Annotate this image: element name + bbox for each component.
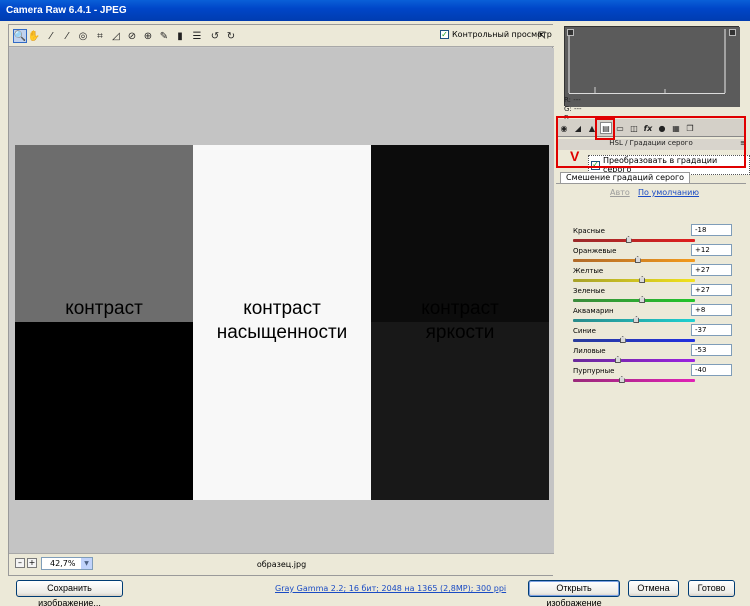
slider-label: Аквамарин <box>573 307 614 315</box>
label-saturation-line1: контраст <box>243 298 321 319</box>
slider-label: Красные <box>573 227 605 235</box>
toolbar: 🔍 ✋ ⁄ ⁄ ◎ ⌗ ◿ ⊘ ⊕ ✎ ▮ ☰ ↺ ↻ ✓ Контрольны… <box>9 25 554 47</box>
slider-track[interactable] <box>573 279 695 282</box>
rotate-right-icon: ↻ <box>226 30 236 42</box>
label-brightness-line2: яркости <box>425 322 495 343</box>
slider-thumb[interactable] <box>614 356 621 363</box>
graduated-filter-tool[interactable]: ▮ <box>173 29 187 43</box>
crop-tool[interactable]: ⌗ <box>93 29 107 43</box>
slider-thumb[interactable] <box>618 376 625 383</box>
annotation-red-box <box>556 116 746 168</box>
r-readout: R: --- <box>564 96 581 104</box>
swatch-bottom-left <box>15 322 193 500</box>
eyedropper-icon: ⁄ <box>50 30 52 42</box>
default-link[interactable]: По умолчанию <box>638 188 699 197</box>
straighten-icon: ◿ <box>112 30 120 42</box>
fullscreen-button[interactable]: ⇱ <box>535 29 549 43</box>
slider-label: Желтые <box>573 267 604 275</box>
white-balance-tool[interactable]: ⁄ <box>44 29 58 43</box>
swatch-bottom-right <box>371 322 549 500</box>
image-canvas[interactable]: контраст контраст насыщенности контраст … <box>9 48 554 573</box>
subtab-divider <box>556 183 746 184</box>
hand-icon: ✋ <box>27 30 41 42</box>
spot-removal-icon: ⊘ <box>127 30 137 42</box>
save-image-button[interactable]: Сохранить изображение... <box>16 580 123 606</box>
slider-label: Оранжевые <box>573 247 617 255</box>
slider-value-input[interactable]: +12 <box>691 244 732 256</box>
list-icon: ☰ <box>192 30 202 42</box>
bottom-bar: Сохранить изображение... Gray Gamma 2.2;… <box>0 576 750 606</box>
label-brightness-contrast: контраст яркости <box>371 297 549 345</box>
histogram <box>564 26 740 107</box>
fullscreen-icon: ⇱ <box>537 30 547 42</box>
swatch-top-right <box>371 145 549 322</box>
slider-thumb[interactable] <box>619 336 626 343</box>
slider-value-input[interactable]: +27 <box>691 284 732 296</box>
slider-label: Синие <box>573 327 596 335</box>
histogram-graph <box>565 27 740 107</box>
checkmark-icon: ✓ <box>440 29 449 39</box>
brush-icon: ✎ <box>159 30 169 42</box>
magnifier-icon: 🔍 <box>13 30 27 42</box>
slider-label: Лиловые <box>573 347 606 355</box>
preview-image: контраст контраст насыщенности контраст … <box>15 145 549 500</box>
slider-track[interactable] <box>573 359 695 362</box>
graduated-filter-icon: ▮ <box>177 30 183 42</box>
rotate-ccw-tool[interactable]: ↺ <box>208 29 222 43</box>
color-sampler-tool[interactable]: ⁄ <box>60 29 74 43</box>
slider-thumb[interactable] <box>625 236 632 243</box>
window-title: Camera Raw 6.4.1 - JPEG <box>0 0 750 21</box>
targeted-adjustment-tool[interactable]: ◎ <box>76 29 90 43</box>
status-bar: – + 42,7% ▼ образец.jpg <box>9 553 554 575</box>
label-contrast: контраст <box>65 298 143 319</box>
g-readout: G: --- <box>564 105 582 113</box>
zoom-tool[interactable]: 🔍 <box>13 29 27 43</box>
slider-thumb[interactable] <box>639 296 646 303</box>
slider-thumb[interactable] <box>634 256 641 263</box>
slider-thumb[interactable] <box>633 316 640 323</box>
slider-track[interactable] <box>573 339 695 342</box>
cancel-button[interactable]: Отмена <box>628 580 679 597</box>
label-saturation-line2: насыщенности <box>216 322 348 343</box>
open-image-button[interactable]: Открыть изображение <box>528 580 620 606</box>
red-eye-icon: ⊕ <box>143 30 153 42</box>
slider-track[interactable] <box>573 259 695 262</box>
slider-track[interactable] <box>573 239 695 242</box>
adjustment-brush-tool[interactable]: ✎ <box>157 29 171 43</box>
done-button[interactable]: Готово <box>688 580 735 597</box>
slider-track[interactable] <box>573 379 695 382</box>
slider-row: Пурпурные -40 <box>573 364 743 387</box>
annotation-red-tab-box <box>595 118 615 140</box>
target-icon: ◎ <box>78 30 88 42</box>
auto-link[interactable]: Авто <box>610 188 630 197</box>
slider-value-input[interactable]: -37 <box>691 324 732 336</box>
rotate-cw-tool[interactable]: ↻ <box>224 29 238 43</box>
preferences-tool[interactable]: ☰ <box>190 29 204 43</box>
swatch-top-left <box>15 145 193 322</box>
rotate-left-icon: ↺ <box>210 30 220 42</box>
slider-track[interactable] <box>573 299 695 302</box>
slider-label: Зеленые <box>573 287 605 295</box>
crop-icon: ⌗ <box>97 30 103 42</box>
shadow-clipping-icon[interactable] <box>567 29 574 36</box>
settings-pane: R: --- G: --- B: ◉ ◢ ▲ ▤ ▭ ◫ fx ● ▦ ❐ HS… <box>556 21 750 576</box>
label-saturation-contrast: контраст насыщенности <box>193 297 371 345</box>
spot-removal-tool[interactable]: ⊘ <box>125 29 139 43</box>
color-sampler-icon: ⁄ <box>66 30 68 42</box>
slider-label: Пурпурные <box>573 367 615 375</box>
hand-tool[interactable]: ✋ <box>27 29 41 43</box>
highlight-clipping-icon[interactable] <box>729 29 736 36</box>
label-brightness-line1: контраст <box>421 298 499 319</box>
filename: образец.jpg <box>256 560 307 569</box>
slider-value-input[interactable]: +27 <box>691 264 732 276</box>
straighten-tool[interactable]: ◿ <box>109 29 123 43</box>
preview-pane: 🔍 ✋ ⁄ ⁄ ◎ ⌗ ◿ ⊘ ⊕ ✎ ▮ ☰ ↺ ↻ ✓ Контрольны… <box>8 24 554 576</box>
slider-value-input[interactable]: -18 <box>691 224 732 236</box>
slider-value-input[interactable]: -53 <box>691 344 732 356</box>
workflow-options-link[interactable]: Gray Gamma 2.2; 16 бит; 2048 на 1365 (2,… <box>275 584 506 593</box>
slider-value-input[interactable]: +8 <box>691 304 732 316</box>
red-eye-tool[interactable]: ⊕ <box>141 29 155 43</box>
slider-thumb[interactable] <box>639 276 646 283</box>
slider-value-input[interactable]: -40 <box>691 364 732 376</box>
